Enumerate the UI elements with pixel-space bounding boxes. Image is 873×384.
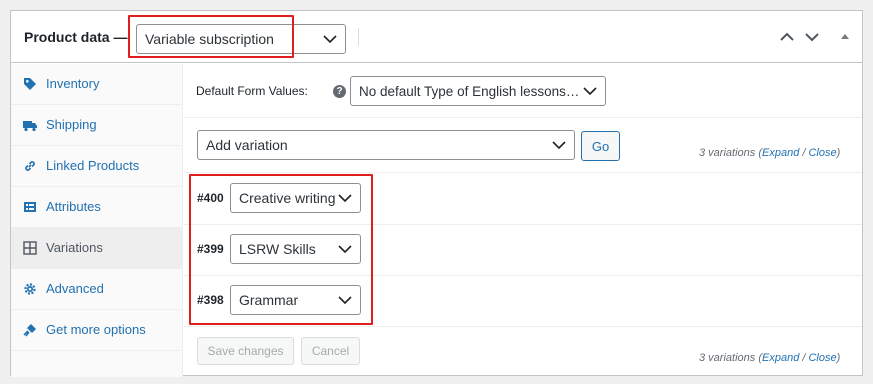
chevron-down-icon	[552, 141, 566, 149]
tab-attributes[interactable]: Attributes	[11, 187, 183, 228]
chevron-down-icon	[338, 296, 352, 304]
expand-link[interactable]: Expand	[762, 147, 799, 159]
help-icon[interactable]: ?	[333, 85, 346, 98]
variations-count: 3 variations	[699, 352, 756, 364]
variations-count: 3 variations	[699, 147, 756, 159]
tab-label: Variations	[46, 240, 103, 255]
divider	[184, 224, 862, 225]
chevron-up-icon[interactable]	[779, 31, 795, 43]
default-form-value: No default Type of English lessons…	[359, 83, 580, 99]
tab-get-more-options[interactable]: Get more options	[11, 310, 183, 351]
variations-panel: Default Form Values: ? No default Type o…	[184, 64, 862, 377]
chevron-down-icon[interactable]	[804, 31, 820, 43]
divider	[184, 326, 862, 327]
save-changes-button[interactable]: Save changes	[197, 337, 294, 365]
chevron-down-icon	[338, 194, 352, 202]
list-icon	[24, 202, 36, 212]
chevron-down-icon	[583, 87, 597, 95]
product-data-tabs: Inventory Shipping Linked Products Attri…	[11, 64, 183, 377]
gear-icon	[24, 283, 36, 295]
grid-icon	[23, 241, 37, 255]
divider	[184, 275, 862, 276]
tab-label: Get more options	[46, 322, 146, 337]
divider	[184, 172, 862, 173]
tab-inventory[interactable]: Inventory	[11, 64, 183, 105]
close-link[interactable]: Close	[808, 147, 836, 159]
tab-variations[interactable]: Variations	[11, 228, 183, 269]
collapse-toggle-icon[interactable]	[837, 31, 853, 43]
cancel-button[interactable]: Cancel	[301, 337, 360, 365]
default-form-values-label: Default Form Values:	[196, 84, 308, 98]
tab-label: Attributes	[46, 199, 101, 214]
tab-label: Advanced	[46, 281, 104, 296]
variation-action-value: Add variation	[206, 137, 288, 153]
variation-attribute-value: Grammar	[239, 292, 299, 308]
product-type-value: Variable subscription	[145, 31, 274, 47]
variation-id: #399	[197, 242, 224, 256]
variation-id: #400	[197, 191, 224, 205]
truck-icon	[23, 121, 37, 132]
variations-summary-bottom: 3 variations (Expand / Close)	[699, 352, 840, 364]
variation-id: #398	[197, 293, 224, 307]
variations-summary-top: 3 variations (Expand / Close)	[699, 147, 840, 159]
close-link[interactable]: Close	[808, 352, 836, 364]
header-divider	[358, 28, 359, 46]
product-type-select[interactable]: Variable subscription	[136, 24, 346, 54]
variation-attribute-value: LSRW Skills	[239, 241, 316, 257]
go-button[interactable]: Go	[581, 131, 620, 161]
tab-linked-products[interactable]: Linked Products	[11, 146, 183, 187]
tab-shipping[interactable]: Shipping	[11, 105, 183, 146]
panel-title: Product data —	[24, 29, 128, 45]
chevron-down-icon	[338, 245, 352, 253]
tab-label: Linked Products	[46, 158, 140, 173]
variation-attribute-select[interactable]: Creative writing	[230, 183, 361, 213]
variation-attribute-value: Creative writing	[239, 190, 336, 206]
tab-label: Shipping	[46, 117, 97, 132]
expand-link[interactable]: Expand	[762, 352, 799, 364]
tag-icon	[24, 78, 36, 90]
tab-label: Inventory	[46, 76, 100, 91]
link-icon	[25, 161, 35, 171]
plugin-icon	[23, 324, 36, 337]
chevron-down-icon	[323, 35, 337, 43]
panel-header: Product data — Variable subscription	[11, 11, 862, 63]
variation-action-select[interactable]: Add variation	[197, 130, 575, 160]
variation-attribute-select[interactable]: LSRW Skills	[230, 234, 361, 264]
variation-attribute-select[interactable]: Grammar	[230, 285, 361, 315]
paren-close: )	[836, 352, 841, 364]
product-data-panel: Product data — Variable subscription Inv…	[10, 10, 863, 377]
tab-advanced[interactable]: Advanced	[11, 269, 183, 310]
default-form-value-select[interactable]: No default Type of English lessons…	[350, 76, 606, 106]
divider	[184, 117, 862, 118]
paren-close: )	[836, 147, 841, 159]
